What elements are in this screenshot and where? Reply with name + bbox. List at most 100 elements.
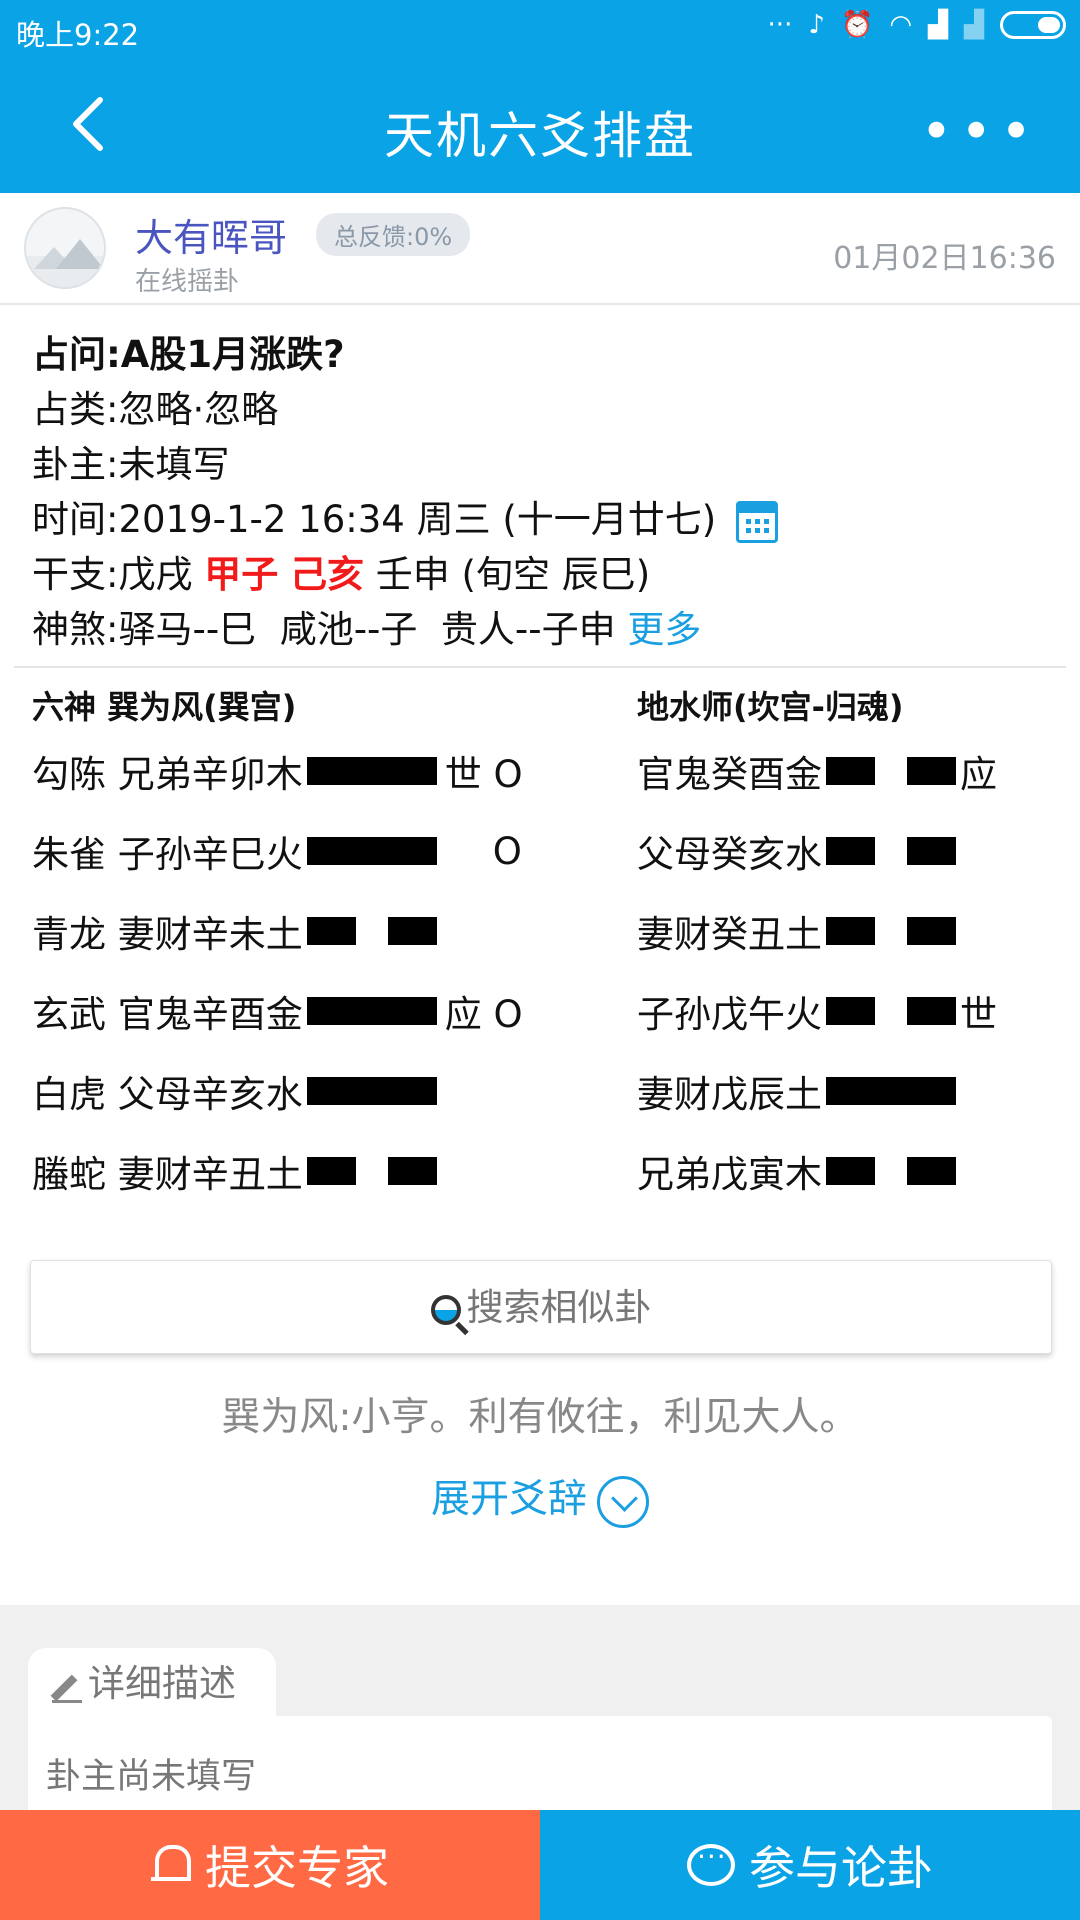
- yin-bar-segment: [907, 917, 956, 945]
- yin-bar-segment: [387, 1157, 437, 1185]
- yao-line: 玄武 官鬼辛酉金 应 O: [32, 971, 592, 1051]
- page-title: 天机六爻排盘: [384, 107, 696, 165]
- detail-tab[interactable]: 详细描述: [28, 1648, 276, 1720]
- user-name[interactable]: 大有晖哥: [135, 207, 287, 262]
- yao-line: 官鬼癸酉金 应: [637, 731, 1057, 811]
- yao-line: 勾陈 兄弟辛卯木 世 O: [32, 731, 592, 811]
- yin-line: [306, 917, 437, 945]
- yang-bar: [826, 1077, 956, 1105]
- expand-yaoci-button[interactable]: 展开爻辞: [0, 1468, 1080, 1528]
- user-subtitle: 在线摇卦: [135, 267, 240, 297]
- yao-line: 兄弟戊寅木: [637, 1131, 1057, 1211]
- yin-bar-segment: [387, 917, 437, 945]
- yao-label: 妻财癸丑土: [637, 913, 822, 956]
- yao-mark: 应: [960, 753, 997, 796]
- signal-off-icon: ▟: [964, 10, 984, 40]
- yang-bar: [306, 1077, 437, 1105]
- yin-bar-segment: [306, 917, 356, 945]
- yao-mark: 世: [960, 993, 997, 1036]
- divider: [14, 666, 1066, 668]
- yin-line: [826, 917, 956, 945]
- chevron-down-circle-icon: [597, 1475, 649, 1528]
- hexagram-summary: 巽为风:小亨。利有攸往，利见大人。: [221, 1395, 859, 1440]
- user-bar: 大有晖哥 总反馈:0% 在线摇卦 01月02日16:36: [0, 193, 1080, 305]
- yao-label: 妻财戊辰土: [637, 1073, 822, 1116]
- yang-line: [826, 1077, 956, 1105]
- battery-icon: [1000, 11, 1066, 39]
- yao-label: 子孙戊午火: [637, 993, 822, 1036]
- yao-line: 子孙戊午火 世: [637, 971, 1057, 1051]
- yao-label: 朱雀 子孙辛巳火: [32, 833, 303, 876]
- submit-expert-button[interactable]: 提交专家: [0, 1810, 540, 1920]
- yao-line: 妻财戊辰土: [637, 1051, 1057, 1131]
- detail-text: 卦主尚未填写: [46, 1757, 257, 1797]
- footer-bar: 提交专家 参与论卦: [0, 1810, 1080, 1920]
- yin-bar-segment: [907, 997, 956, 1025]
- yin-bar-segment: [826, 1157, 875, 1185]
- yang-line: [306, 757, 437, 785]
- yin-bar-segment: [826, 917, 875, 945]
- yao-label: 兄弟戊寅木: [637, 1153, 822, 1196]
- yin-line: [826, 757, 956, 785]
- yin-bar-segment: [907, 1157, 956, 1185]
- yin-bar-segment: [907, 757, 956, 785]
- yin-line: [826, 1157, 956, 1185]
- top-app-bar: 晚上9:22 ··· ♪ ⏰ ◠ ▟ ▟ 天机六爻排盘 •••: [0, 0, 1080, 193]
- vibrate-icon: ♪: [808, 10, 825, 40]
- yin-bar-segment: [907, 837, 956, 865]
- original-hexagram-header: 六神 巽为风(巽宫): [32, 688, 297, 726]
- signal-icon: ▟: [928, 10, 948, 40]
- shensha-more-link[interactable]: 更多: [627, 608, 701, 651]
- changed-hexagram: 地水师(坎宫-归魂) 官鬼癸酉金 应父母癸亥水 妻财癸丑土 子孙戊午火 世妻财戊辰土 兄弟…: [637, 683, 1057, 1211]
- status-bar: 晚上9:22 ··· ♪ ⏰ ◠ ▟ ▟: [0, 0, 1080, 58]
- yao-label: 父母癸亥水: [637, 833, 822, 876]
- changed-hexagram-lines: 官鬼癸酉金 应父母癸亥水妻财癸丑土子孙戊午火 世妻财戊辰土兄弟戊寅木: [637, 731, 1057, 1211]
- yao-label: 玄武 官鬼辛酉金: [32, 993, 303, 1036]
- status-icons: ··· ♪ ⏰ ◠ ▟ ▟: [768, 10, 1066, 40]
- yin-line: [826, 997, 956, 1025]
- info-ganzhi: 干支:戊戌 甲子 己亥 壬申 (旬空 辰巳): [32, 553, 651, 596]
- yin-bar-segment: [826, 757, 875, 785]
- chat-icon: [687, 1840, 735, 1886]
- more-icon[interactable]: •••: [920, 100, 1040, 163]
- yin-bar-segment: [826, 997, 875, 1025]
- yang-bar: [306, 997, 437, 1025]
- yao-label: 勾陈 兄弟辛卯木: [32, 753, 303, 796]
- info-category: 占类:忽略·忽略: [32, 388, 279, 431]
- title-bar: 天机六爻排盘 •••: [0, 58, 1080, 193]
- bell-icon: [151, 1843, 191, 1887]
- yao-line: 青龙 妻财辛未土: [32, 891, 592, 971]
- yao-line: 父母癸亥水: [637, 811, 1057, 891]
- feedback-badge: 总反馈:0%: [316, 213, 471, 256]
- post-date: 01月02日16:36: [833, 241, 1056, 276]
- info-question: 占问:A股1月涨跌?: [32, 333, 345, 376]
- yang-line: [306, 837, 437, 865]
- info-time: 时间:2019-1-2 16:34 周三 (十一月廿七): [32, 492, 1052, 547]
- yin-line: [306, 1157, 437, 1185]
- discuss-button[interactable]: 参与论卦: [540, 1810, 1080, 1920]
- yao-label: 白虎 父母辛亥水: [32, 1073, 303, 1116]
- yao-mark: 世 O: [444, 753, 523, 796]
- avatar[interactable]: [24, 207, 106, 289]
- yao-mark: O: [492, 829, 522, 873]
- yang-line: [306, 997, 437, 1025]
- yang-line: [306, 1077, 437, 1105]
- yao-label: 螣蛇 妻财辛丑土: [32, 1153, 303, 1196]
- calendar-icon[interactable]: [735, 500, 778, 543]
- original-hexagram: 六神 巽为风(巽宫) 勾陈 兄弟辛卯木 世 O 朱雀 子孙辛巳火 O 青龙 妻财辛未土玄…: [32, 683, 592, 1211]
- info-owner: 卦主:未填写: [32, 443, 230, 486]
- search-icon: [430, 1294, 461, 1325]
- yang-bar: [306, 837, 437, 865]
- yao-line: 螣蛇 妻财辛丑土: [32, 1131, 592, 1211]
- wifi-icon: ◠: [889, 10, 912, 40]
- yang-bar: [306, 757, 437, 785]
- yao-label: 青龙 妻财辛未土: [32, 913, 303, 956]
- yin-line: [826, 837, 956, 865]
- pencil-icon: [52, 1671, 82, 1703]
- yao-label: 官鬼癸酉金: [637, 753, 822, 796]
- yin-bar-segment: [826, 837, 875, 865]
- search-similar-button[interactable]: 搜索相似卦: [30, 1260, 1052, 1354]
- yao-mark: 应 O: [444, 993, 523, 1036]
- divination-info: 占问:A股1月涨跌? 占类:忽略·忽略 卦主:未填写 时间:2019-1-2 1…: [32, 327, 1052, 657]
- status-time: 晚上9:22: [16, 18, 140, 52]
